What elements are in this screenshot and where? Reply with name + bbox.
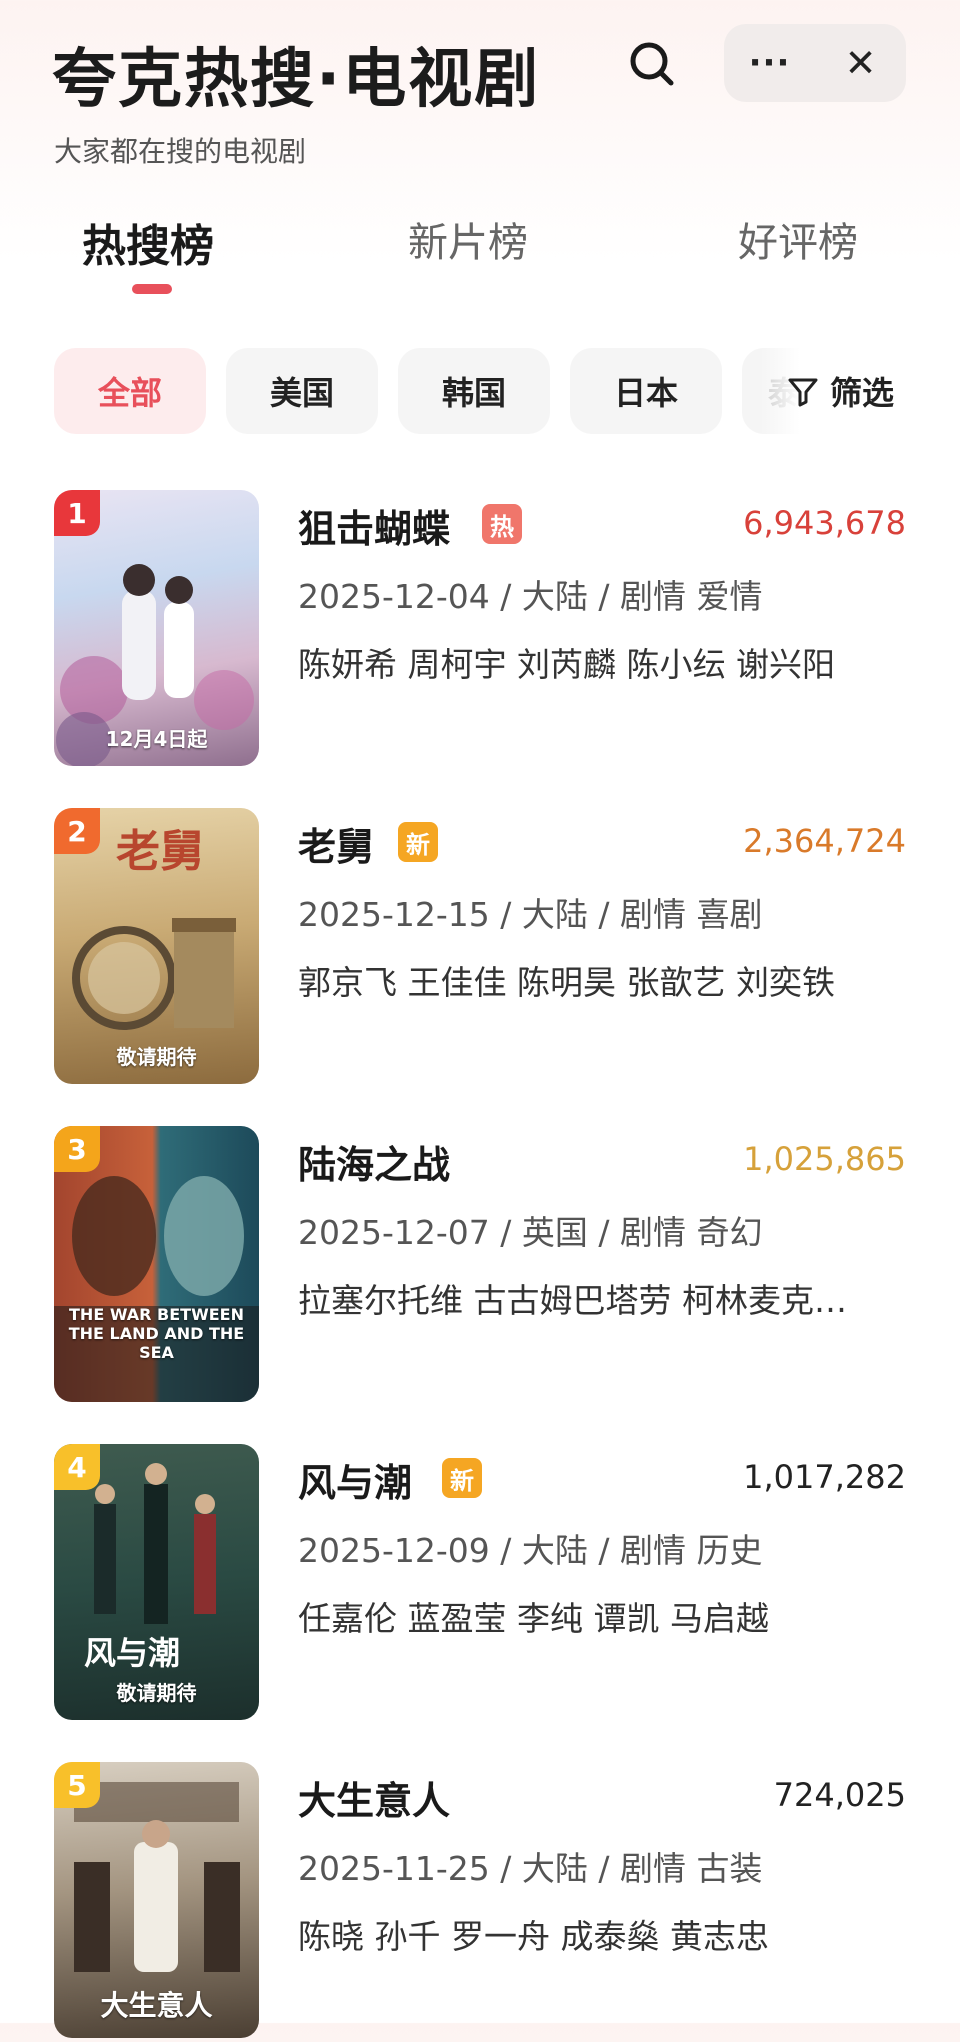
rank-badge: 3: [54, 1126, 100, 1172]
rank-badge: 4: [54, 1444, 100, 1490]
show-title[interactable]: 大生意人: [298, 1770, 450, 1825]
poster-image[interactable]: 1 12月4日起: [54, 490, 259, 766]
show-meta: 2025-12-09 / 大陆 / 剧情 历史: [298, 1531, 763, 1570]
chip-all[interactable]: 全部: [54, 348, 206, 434]
search-count: 6,943,678: [743, 504, 906, 542]
show-title[interactable]: 风与潮: [298, 1452, 412, 1507]
list-item[interactable]: 5 大生意人 大生意人 724,025 2025-11-25 / 大陆 / 剧情…: [0, 1762, 960, 2042]
show-cast: 任嘉伦 蓝盈莹 李纯 谭凯 马启越: [298, 1599, 769, 1638]
svg-text:老舅: 老舅: [116, 826, 204, 877]
list-item[interactable]: 3 THE WAR BETWEEN THE LAND AND THE SEA 陆…: [0, 1126, 960, 1406]
tab-hot-search[interactable]: 热搜榜: [82, 210, 214, 274]
svg-text:风与潮: 风与潮: [84, 1634, 180, 1672]
ranking-tabs: 热搜榜 新片榜 好评榜: [0, 200, 960, 300]
tab-new-releases[interactable]: 新片榜: [408, 210, 528, 268]
poster-image[interactable]: 风与潮 4 敬请期待: [54, 1444, 259, 1720]
more-icon: ···: [748, 43, 791, 83]
list-item[interactable]: 1 12月4日起 狙击蝴蝶 热 6,943,678 2025-12-04 / 大…: [0, 490, 960, 770]
show-meta: 2025-12-04 / 大陆 / 剧情 爱情: [298, 577, 763, 616]
more-button[interactable]: ···: [724, 24, 815, 102]
funnel-icon: [788, 378, 818, 407]
hot-badge: 热: [482, 504, 522, 544]
search-count: 724,025: [773, 1776, 906, 1814]
poster-image[interactable]: 3 THE WAR BETWEEN THE LAND AND THE SEA: [54, 1126, 259, 1402]
rank-badge: 5: [54, 1762, 100, 1808]
poster-image[interactable]: 老舅 2 敬请期待: [54, 808, 259, 1084]
poster-image[interactable]: 5 大生意人: [54, 1762, 259, 2038]
new-badge: 新: [398, 822, 438, 862]
poster-caption: 敬请期待: [116, 1681, 197, 1705]
close-button[interactable]: ✕: [815, 24, 906, 102]
show-meta: 2025-12-15 / 大陆 / 剧情 喜剧: [298, 895, 763, 934]
poster-caption: 大生意人: [100, 1989, 213, 2022]
show-cast: 陈晓 孙千 罗一舟 成泰燊 黄志忠: [298, 1917, 769, 1956]
poster-caption: THE WAR BETWEEN THE LAND AND THE SEA: [68, 1305, 245, 1362]
rank-badge: 2: [54, 808, 100, 854]
show-cast: 陈妍希 周柯宇 刘芮麟 陈小纭 谢兴阳: [298, 645, 835, 684]
show-meta: 2025-11-25 / 大陆 / 剧情 古装: [298, 1849, 763, 1888]
search-count: 2,364,724: [743, 822, 906, 860]
filter-button[interactable]: 筛选: [760, 348, 960, 434]
search-count: 1,017,282: [743, 1458, 906, 1496]
show-cast: 拉塞尔托维 古古姆巴塔劳 柯林麦克…: [298, 1281, 847, 1320]
poster-caption: 敬请期待: [116, 1045, 197, 1069]
list-item[interactable]: 老舅 2 敬请期待 老舅 新 2,364,724 2025-12-15 / 大陆…: [0, 808, 960, 1088]
close-icon: ✕: [844, 41, 877, 85]
chip-usa[interactable]: 美国: [226, 348, 378, 434]
show-title[interactable]: 狙击蝴蝶: [298, 498, 450, 553]
search-icon: [630, 42, 674, 86]
list-item[interactable]: 风与潮 4 敬请期待 风与潮 新 1,017,282 2025-12-09 / …: [0, 1444, 960, 1724]
search-button[interactable]: [620, 32, 684, 96]
mini-program-capsule: ··· ✕: [724, 24, 906, 102]
chip-korea[interactable]: 韩国: [398, 348, 550, 434]
show-title[interactable]: 老舅: [298, 816, 374, 871]
filter-label: 筛选: [830, 374, 895, 412]
page-subtitle: 大家都在搜的电视剧: [54, 135, 307, 168]
chip-japan[interactable]: 日本: [570, 348, 722, 434]
show-title[interactable]: 陆海之战: [298, 1134, 450, 1189]
active-tab-indicator: [132, 284, 172, 294]
poster-caption: 12月4日起: [105, 727, 208, 751]
tab-top-rated[interactable]: 好评榜: [738, 210, 858, 268]
search-count: 1,025,865: [743, 1140, 906, 1178]
rank-badge: 1: [54, 490, 100, 536]
region-filter-bar: 全部 美国 韩国 日本 泰 筛选: [0, 348, 960, 438]
show-cast: 郭京飞 王佳佳 陈明昊 张歆艺 刘奕铁: [298, 963, 835, 1002]
show-meta: 2025-12-07 / 英国 / 剧情 奇幻: [298, 1213, 763, 1252]
header: 夸克热搜·电视剧 大家都在搜的电视剧 ··· ✕: [0, 0, 960, 170]
page-title: 夸克热搜·电视剧: [52, 43, 541, 117]
new-badge: 新: [442, 1458, 482, 1498]
